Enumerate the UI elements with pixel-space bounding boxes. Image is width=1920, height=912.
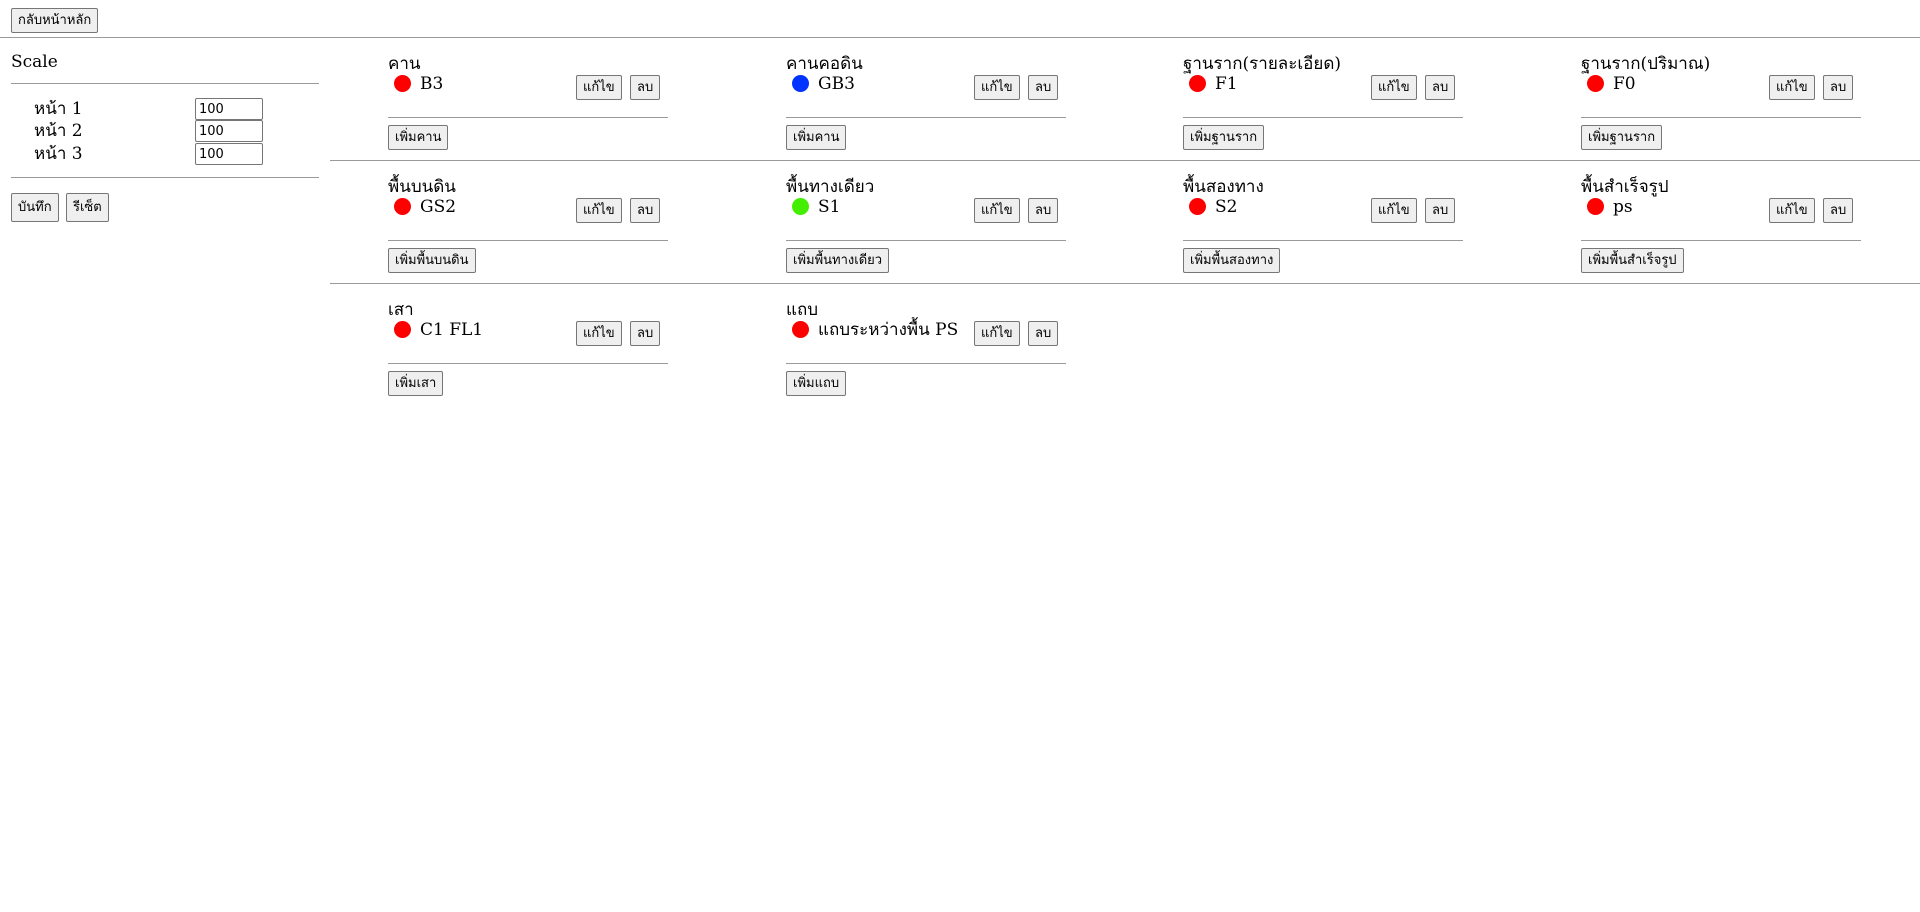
divider	[1183, 240, 1463, 241]
scale-input-page-2[interactable]	[195, 120, 263, 142]
status-dot-icon	[1189, 198, 1206, 215]
category-card: ฐานราก(รายละเอียด) F1 แก้ไข ลบ เพิ่มฐานราก	[1183, 40, 1463, 150]
category-card: เสา C1 FL1 แก้ไข ลบ เพิ่มเสา	[388, 286, 668, 396]
edit-button[interactable]: แก้ไข	[1769, 75, 1815, 100]
add-button[interactable]: เพิ่มพื้นทางเดียว	[786, 248, 890, 273]
add-button[interactable]: เพิ่มฐานราก	[1183, 125, 1265, 150]
add-button[interactable]: เพิ่มฐานราก	[1581, 125, 1663, 150]
divider	[1581, 240, 1861, 241]
status-dot-icon	[1189, 75, 1206, 92]
divider	[1183, 117, 1463, 118]
delete-button[interactable]: ลบ	[630, 198, 661, 223]
add-button[interactable]: เพิ่มพื้นบนดิน	[388, 248, 476, 273]
edit-button[interactable]: แก้ไข	[974, 321, 1020, 346]
edit-button[interactable]: แก้ไข	[1371, 75, 1417, 100]
status-dot-icon	[394, 75, 411, 92]
edit-button[interactable]: แก้ไข	[576, 321, 622, 346]
edit-button[interactable]: แก้ไข	[1769, 198, 1815, 223]
item-name: F0	[1613, 74, 1636, 94]
add-button[interactable]: เพิ่มพื้นสำเร็จรูป	[1581, 248, 1684, 273]
divider	[786, 117, 1066, 118]
list-item: GS2 แก้ไข ลบ	[388, 196, 668, 224]
status-dot-icon	[792, 75, 809, 92]
scale-label: หน้า 2	[34, 121, 83, 141]
edit-button[interactable]: แก้ไข	[974, 75, 1020, 100]
category-card: แถบ แถบระหว่างพื้น PS แก้ไข ลบ เพิ่มแถบ	[786, 286, 1066, 396]
divider	[11, 177, 319, 178]
scale-input-page-3[interactable]	[195, 143, 263, 165]
list-item: GB3 แก้ไข ลบ	[786, 73, 1066, 101]
list-item: F0 แก้ไข ลบ	[1581, 73, 1861, 101]
item-name: GB3	[818, 74, 855, 94]
scale-title: Scale	[11, 52, 58, 72]
status-dot-icon	[394, 321, 411, 338]
edit-button[interactable]: แก้ไข	[576, 75, 622, 100]
status-dot-icon	[394, 198, 411, 215]
list-item: S2 แก้ไข ลบ	[1183, 196, 1463, 224]
divider	[11, 83, 319, 84]
add-button[interactable]: เพิ่มคาน	[786, 125, 847, 150]
item-name: B3	[420, 74, 444, 94]
item-name: F1	[1215, 74, 1238, 94]
delete-button[interactable]: ลบ	[1028, 321, 1059, 346]
scale-row-page-3: หน้า 3	[11, 143, 319, 165]
item-name: C1 FL1	[420, 320, 484, 340]
top-bar: กลับหน้าหลัก	[0, 0, 1920, 38]
section-divider	[330, 160, 1920, 161]
category-card: คานคอดิน GB3 แก้ไข ลบ เพิ่มคาน	[786, 40, 1066, 150]
category-card: พื้นสองทาง S2 แก้ไข ลบ เพิ่มพื้นสองทาง	[1183, 163, 1463, 273]
list-item: S1 แก้ไข ลบ	[786, 196, 1066, 224]
add-button[interactable]: เพิ่มคาน	[388, 125, 449, 150]
status-dot-icon	[792, 198, 809, 215]
list-item: แถบระหว่างพื้น PS แก้ไข ลบ	[786, 319, 1066, 347]
status-dot-icon	[1587, 75, 1604, 92]
divider	[786, 363, 1066, 364]
delete-button[interactable]: ลบ	[1028, 198, 1059, 223]
add-button[interactable]: เพิ่มพื้นสองทาง	[1183, 248, 1281, 273]
scale-row-page-2: หน้า 2	[11, 120, 319, 142]
edit-button[interactable]: แก้ไข	[1371, 198, 1417, 223]
divider	[388, 240, 668, 241]
divider	[1581, 117, 1861, 118]
scale-row-page-1: หน้า 1	[11, 98, 319, 120]
item-name: S1	[818, 197, 841, 217]
scale-label: หน้า 1	[34, 99, 83, 119]
back-to-home-button[interactable]: กลับหน้าหลัก	[11, 8, 99, 33]
delete-button[interactable]: ลบ	[1425, 198, 1456, 223]
edit-button[interactable]: แก้ไข	[576, 198, 622, 223]
reset-button[interactable]: รีเซ็ต	[66, 193, 109, 222]
list-item: ps แก้ไข ลบ	[1581, 196, 1861, 224]
list-item: F1 แก้ไข ลบ	[1183, 73, 1463, 101]
delete-button[interactable]: ลบ	[630, 321, 661, 346]
delete-button[interactable]: ลบ	[630, 75, 661, 100]
delete-button[interactable]: ลบ	[1823, 75, 1854, 100]
category-card: ฐานราก(ปริมาณ) F0 แก้ไข ลบ เพิ่มฐานราก	[1581, 40, 1861, 150]
add-button[interactable]: เพิ่มเสา	[388, 371, 444, 396]
item-name: GS2	[420, 197, 457, 217]
divider	[388, 117, 668, 118]
status-dot-icon	[1587, 198, 1604, 215]
scale-input-page-1[interactable]	[195, 98, 263, 120]
item-name: S2	[1215, 197, 1238, 217]
edit-button[interactable]: แก้ไข	[974, 198, 1020, 223]
scale-label: หน้า 3	[34, 144, 83, 164]
item-name: แถบระหว่างพื้น PS	[818, 320, 959, 340]
delete-button[interactable]: ลบ	[1425, 75, 1456, 100]
divider	[786, 240, 1066, 241]
item-name: ps	[1613, 197, 1633, 217]
list-item: B3 แก้ไข ลบ	[388, 73, 668, 101]
divider	[388, 363, 668, 364]
category-card: คาน B3 แก้ไข ลบ เพิ่มคาน	[388, 40, 668, 150]
save-button[interactable]: บันทึก	[11, 193, 59, 222]
delete-button[interactable]: ลบ	[1823, 198, 1854, 223]
status-dot-icon	[792, 321, 809, 338]
add-button[interactable]: เพิ่มแถบ	[786, 371, 847, 396]
delete-button[interactable]: ลบ	[1028, 75, 1059, 100]
category-card: พื้นทางเดียว S1 แก้ไข ลบ เพิ่มพื้นทางเดียว	[786, 163, 1066, 273]
category-card: พื้นบนดิน GS2 แก้ไข ลบ เพิ่มพื้นบนดิน	[388, 163, 668, 273]
category-card: พื้นสำเร็จรูป ps แก้ไข ลบ เพิ่มพื้นสำเร็จรูป	[1581, 163, 1861, 273]
list-item: C1 FL1 แก้ไข ลบ	[388, 319, 668, 347]
section-divider	[330, 283, 1920, 284]
